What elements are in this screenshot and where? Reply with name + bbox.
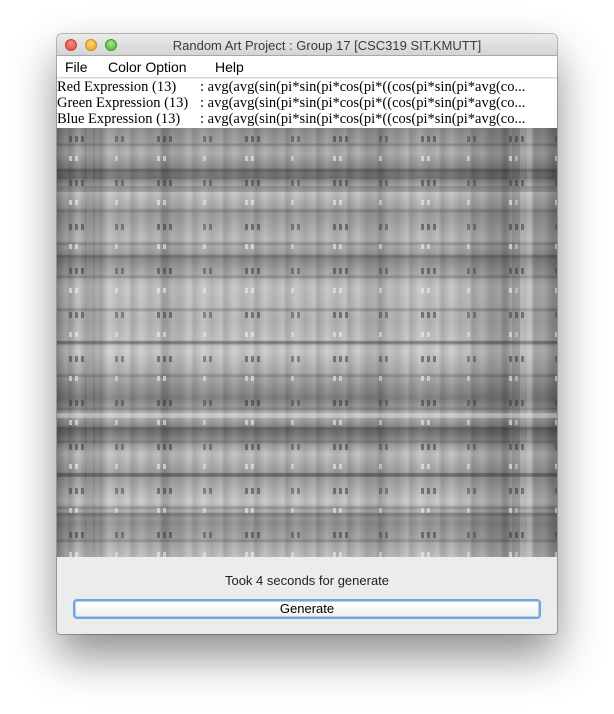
blue-expression-row: Blue Expression (13) : avg(avg(sin(pi*si…: [57, 111, 557, 127]
red-expression-label: Red Expression (13): [57, 79, 177, 95]
menu-help[interactable]: Help: [215, 58, 244, 76]
title-bar[interactable]: Random Art Project : Group 17 [CSC319 SI…: [57, 34, 557, 56]
green-expression-row: Green Expression (13) : avg(avg(sin(pi*s…: [57, 95, 557, 111]
random-art-canvas: [57, 128, 557, 557]
generation-status: Took 4 seconds for generate: [224, 573, 390, 588]
window-title: Random Art Project : Group 17 [CSC319 SI…: [172, 38, 482, 53]
green-expression-value: : avg(avg(sin(pi*sin(pi*cos(pi*((cos(pi*…: [200, 95, 526, 111]
generate-button[interactable]: Generate: [73, 599, 541, 619]
blue-expression-value: : avg(avg(sin(pi*sin(pi*cos(pi*((cos(pi*…: [200, 111, 526, 127]
menu-file[interactable]: File: [65, 58, 88, 76]
green-expression-label: Green Expression (13): [57, 95, 189, 111]
expressions-panel: Red Expression (13) : avg(avg(sin(pi*sin…: [57, 79, 557, 128]
art-pattern-overlay: [57, 128, 557, 557]
red-expression-value: : avg(avg(sin(pi*sin(pi*cos(pi*((cos(pi*…: [200, 79, 526, 95]
menu-bar: File Color Option Help: [57, 56, 557, 78]
red-expression-row: Red Expression (13) : avg(avg(sin(pi*sin…: [57, 79, 557, 95]
blue-expression-label: Blue Expression (13): [57, 111, 181, 127]
app-window: Random Art Project : Group 17 [CSC319 SI…: [57, 34, 557, 634]
menu-color-option[interactable]: Color Option: [108, 58, 187, 76]
